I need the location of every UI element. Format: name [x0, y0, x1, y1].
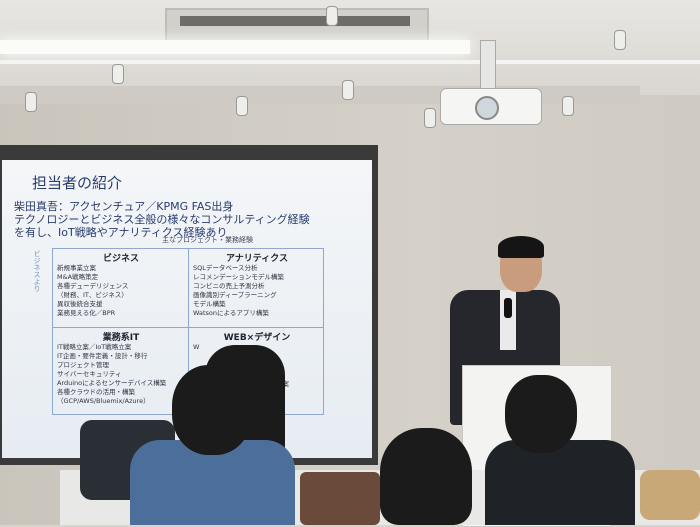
projector-lens-icon [475, 96, 499, 120]
quadrant-item: IT企画・要件定義・設計・移行 [57, 352, 148, 360]
spotlight-icon [236, 96, 248, 116]
quadrant-item: IT戦略立案／IoT戦略立案 [57, 343, 132, 351]
quadrant-business: ビジネス 新規事業立案 M&A戦略策定 各種デューデリジェンス （財務、IT、ビ… [57, 251, 185, 318]
ceiling-light-strip [0, 40, 470, 54]
chair [300, 472, 380, 525]
quadrant-item: M&A戦略策定 [57, 273, 99, 281]
presenter-hair [498, 236, 544, 258]
audience-member-suit [485, 440, 635, 525]
quadrant-item: Arduinoによるセンサーデバイス構築 [57, 379, 167, 387]
audience-member-head [505, 375, 577, 453]
quadrant-title: WEB×デザイン [223, 333, 291, 343]
quadrant-item: 異収後統合支援 [57, 300, 103, 308]
spotlight-icon [326, 6, 338, 26]
audience-member-head [172, 365, 252, 455]
quadrant-item: 各種クラウドの活用・構築 [57, 388, 135, 396]
light-track [0, 60, 700, 64]
quadrant-item: サイバーセキュリティ [57, 370, 122, 378]
quadrant-item: 各種デューデリジェンス [57, 282, 129, 290]
quadrant-item: SQLデータベース分析 [193, 264, 258, 272]
audience-member-head [380, 428, 472, 525]
spotlight-icon [25, 92, 37, 112]
projector-mount [480, 40, 496, 92]
quadrant-item: 新規事業立案 [57, 264, 96, 272]
axis-label: ビジネスより [33, 250, 41, 292]
vent-slot [180, 16, 410, 26]
quadrant-title: ビジネス [102, 254, 139, 264]
quadrant-item: コンビニの売上予測分析 [193, 282, 265, 290]
quadrant-title: 業務系IT [102, 333, 140, 343]
quadrant-item: 画像識別ディープラーニング [193, 291, 277, 299]
quadrant-analytics: アナリティクス SQLデータベース分析 レコメンデーションモデル構築 コンビニの… [193, 251, 321, 318]
ceiling-soffit [0, 86, 640, 104]
slide-title: 担当者の紹介 [32, 174, 123, 192]
spotlight-icon [424, 108, 436, 128]
quadrant-item: （財務、IT、ビジネス） [57, 291, 128, 299]
spotlight-icon [614, 30, 626, 50]
quadrant-item: Watsonによるアプリ構築 [193, 309, 269, 317]
quadrant-item: プロジェクト管理 [57, 361, 109, 369]
quadrant-item: 業務見える化／BPR [57, 309, 116, 317]
microphone-icon [504, 298, 512, 318]
quadrant-title: アナリティクス [225, 254, 288, 264]
projects-label: 主なプロジェクト・業務経験 [162, 236, 253, 244]
handbag [640, 470, 700, 520]
spotlight-icon [342, 80, 354, 100]
quadrant-item: モデル構築 [193, 300, 226, 308]
quadrant-item: （GCP/AWS/Bluemix/Azure） [57, 397, 150, 405]
spotlight-icon [562, 96, 574, 116]
quadrant-business-it: 業務系IT IT戦略立案／IoT戦略立案 IT企画・要件定義・設計・移行 プロジ… [57, 330, 185, 406]
spotlight-icon [112, 64, 124, 84]
quadrant-item: レコメンデーションモデル構築 [193, 273, 284, 281]
